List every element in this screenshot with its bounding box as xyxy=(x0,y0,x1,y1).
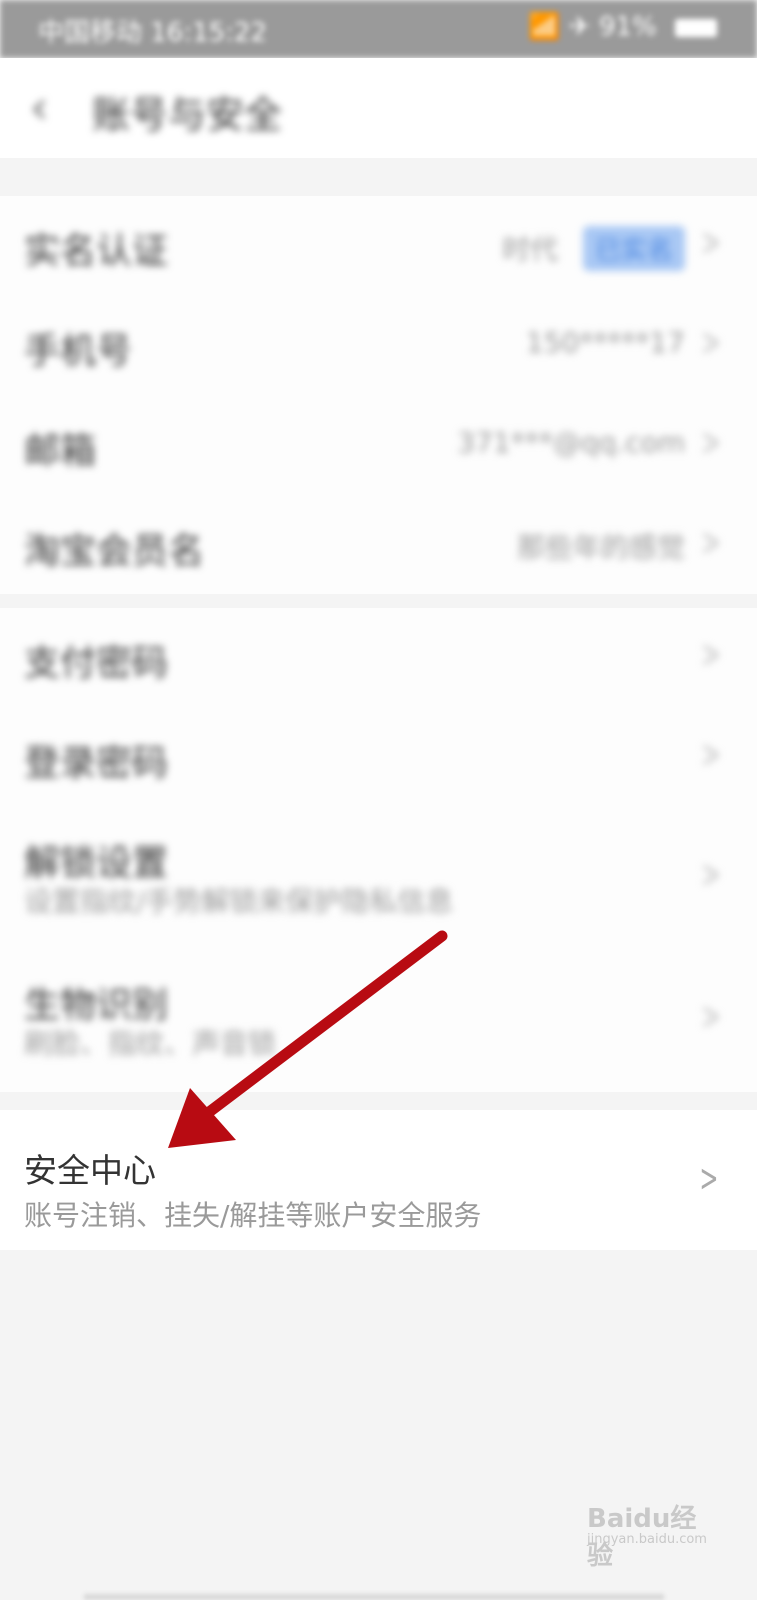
watermark-sub: jingyan.baidu.com xyxy=(587,1532,707,1547)
chevron-right-icon: > xyxy=(701,520,721,564)
chevron-right-icon: > xyxy=(701,420,721,464)
row-value: 371***@qq.com xyxy=(457,426,685,459)
chevron-right-icon: > xyxy=(701,320,721,364)
baidu-watermark: Baidu经验 jingyan.baidu.com xyxy=(587,1498,717,1571)
row-subtitle: 刷脸、指纹、声音锁 xyxy=(24,1027,277,1060)
row-unlock-settings[interactable]: 解锁设置 设置指纹/手势解锁来保护隐私信息 > xyxy=(0,808,757,950)
navigation-header: ‹ 账号与安全 xyxy=(0,58,757,158)
row-label: 实名认证 xyxy=(24,231,169,272)
chevron-right-icon: > xyxy=(701,852,721,896)
security-center-subtitle: 账号注销、挂失/解挂等账户安全服务 xyxy=(24,1199,482,1232)
row-label: 登录密码 xyxy=(24,743,169,784)
chevron-right-icon: > xyxy=(701,220,721,264)
chevron-left-icon[interactable]: ‹ xyxy=(30,82,70,132)
row-value: 时代 已实名 xyxy=(502,226,685,271)
row-value: 150*****17 xyxy=(525,326,685,359)
chevron-right-icon: > xyxy=(701,732,721,776)
account-info-group: 实名认证 时代 已实名 > 手机号 150*****17 > 邮箱 371***… xyxy=(0,196,757,594)
row-phone[interactable]: 手机号 150*****17 > xyxy=(0,296,757,396)
battery-icon xyxy=(675,18,717,37)
status-bar: 中国移动 16:15:22 📶 ✈ 91% xyxy=(0,0,757,58)
row-subtitle: 设置指纹/手势解锁来保护隐私信息 xyxy=(24,885,454,918)
row-email[interactable]: 邮箱 371***@qq.com > xyxy=(0,396,757,496)
security-center-row[interactable]: 安全中心 账号注销、挂失/解挂等账户安全服务 > xyxy=(0,1110,757,1250)
home-indicator xyxy=(84,1594,664,1600)
screen: 中国移动 16:15:22 📶 ✈ 91% ‹ 账号与安全 实名认证 时代 已实… xyxy=(0,0,757,1600)
row-biometrics[interactable]: 生物识别 刷脸、指纹、声音锁 > xyxy=(0,950,757,1092)
verified-badge: 已实名 xyxy=(582,226,685,271)
security-center-title: 安全中心 xyxy=(24,1151,156,1190)
status-left: 中国移动 16:15:22 xyxy=(38,18,268,48)
row-login-password[interactable]: 登录密码 > xyxy=(0,708,757,808)
row-label: 淘宝会员名 xyxy=(24,531,205,572)
row-label: 支付密码 xyxy=(24,643,169,684)
chevron-right-icon: > xyxy=(699,1156,719,1200)
row-label: 手机号 xyxy=(24,331,133,372)
status-right-text: 📶 ✈ 91% xyxy=(528,12,657,42)
chevron-right-icon: > xyxy=(701,994,721,1038)
password-settings-group: 支付密码 > 登录密码 > 解锁设置 设置指纹/手势解锁来保护隐私信息 > 生物… xyxy=(0,608,757,1092)
row-payment-password[interactable]: 支付密码 > xyxy=(0,608,757,708)
chevron-right-icon: > xyxy=(701,632,721,676)
row-real-name-auth[interactable]: 实名认证 时代 已实名 > xyxy=(0,196,757,296)
row-value-text: 时代 xyxy=(502,233,559,266)
row-label: 生物识别 xyxy=(24,985,169,1026)
row-taobao-member[interactable]: 淘宝会员名 那些年的感觉 > xyxy=(0,496,757,596)
row-value: 那些年的感觉 xyxy=(516,531,685,564)
row-label: 解锁设置 xyxy=(24,843,169,884)
page-title: 账号与安全 xyxy=(92,93,283,137)
row-label: 邮箱 xyxy=(24,431,97,472)
status-right: 📶 ✈ 91% xyxy=(528,12,717,42)
